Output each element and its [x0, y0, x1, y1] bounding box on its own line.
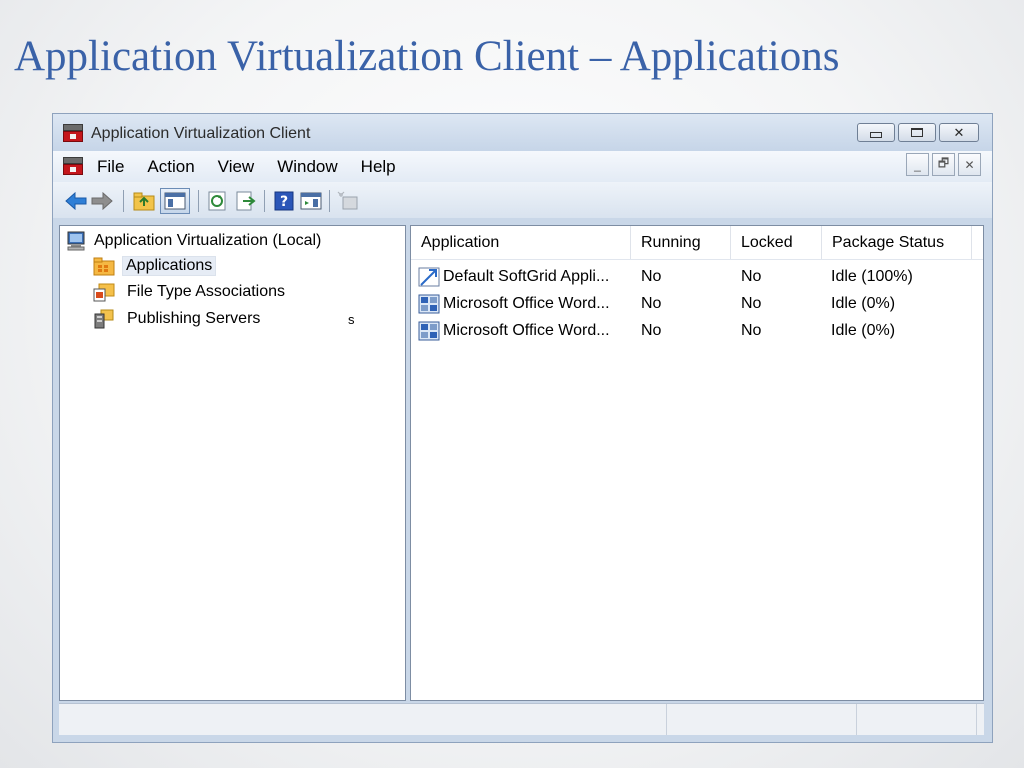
child-minimize-button[interactable]: _ — [906, 153, 929, 176]
server-icon — [94, 309, 114, 329]
table-row[interactable]: Microsoft Office Word... No No Idle (0%) — [411, 290, 983, 317]
refresh-button[interactable] — [207, 190, 229, 212]
status-segment — [59, 704, 667, 735]
properties-button[interactable] — [300, 190, 322, 212]
content-area: Application Virtualization (Local) Appli… — [59, 225, 984, 703]
locked-value: No — [741, 295, 762, 312]
export-list-button[interactable] — [235, 190, 257, 212]
computer-icon — [67, 231, 85, 251]
child-restore-button[interactable]: 🗗 — [932, 153, 955, 176]
minimize-icon — [870, 131, 882, 138]
close-icon: ✕ — [964, 157, 975, 172]
help-icon: ? — [274, 191, 294, 211]
table-row[interactable]: Microsoft Office Word... No No Idle (0%) — [411, 317, 983, 344]
menu-help[interactable]: Help — [361, 157, 396, 177]
column-header-application[interactable]: Application — [411, 226, 631, 259]
word-app-icon — [418, 294, 440, 313]
refresh-icon — [208, 191, 226, 211]
tree-root[interactable]: Application Virtualization (Local) — [66, 231, 321, 251]
applications-folder-icon — [93, 257, 115, 276]
help-button[interactable]: ? — [273, 190, 295, 212]
title-bar[interactable]: Application Virtualization Client ✕ — [53, 114, 992, 151]
export-list-icon — [236, 191, 256, 211]
window-minimize-button[interactable] — [857, 123, 895, 142]
tree-item-label: Applications — [122, 256, 217, 276]
toolbar: ? — [53, 182, 992, 218]
application-name: Microsoft Office Word... — [443, 322, 610, 339]
window-close-button[interactable]: ✕ — [939, 123, 979, 142]
close-icon: ✕ — [953, 124, 965, 140]
application-name: Default SoftGrid Appli... — [443, 268, 610, 285]
back-button[interactable] — [65, 190, 87, 212]
toolbox-icon[interactable] — [63, 157, 83, 175]
status-segment — [666, 704, 857, 735]
back-arrow-icon — [65, 192, 87, 210]
show-hide-tree-button[interactable] — [160, 188, 190, 214]
window-maximize-button[interactable] — [898, 123, 936, 142]
app-window: Application Virtualization Client ✕ File… — [52, 113, 993, 743]
minimize-icon: _ — [914, 157, 921, 172]
list-header: Application Running Locked Package Statu… — [411, 226, 983, 260]
action-pane-icon — [337, 191, 358, 210]
toolbox-icon — [63, 124, 83, 142]
restore-icon: 🗗 — [937, 156, 950, 170]
package-status-value: Idle (0%) — [831, 295, 896, 312]
tree-item-label: File Type Associations — [127, 283, 286, 300]
tree-item-label: Publishing Servers — [127, 310, 261, 327]
column-header-running[interactable]: Running — [631, 226, 731, 259]
table-row[interactable]: Default SoftGrid Appli... No No Idle (10… — [411, 263, 983, 290]
list-pane: Application Running Locked Package Statu… — [410, 225, 984, 701]
window-title: Application Virtualization Client — [91, 125, 311, 142]
forward-arrow-icon — [91, 192, 113, 210]
maximize-icon — [911, 128, 923, 137]
running-value: No — [641, 322, 662, 339]
tree-root-label: Application Virtualization (Local) — [94, 232, 322, 249]
menu-view[interactable]: View — [218, 157, 255, 177]
tree-pane: Application Virtualization (Local) Appli… — [59, 225, 406, 701]
show-hide-tree-icon — [164, 192, 186, 210]
running-value: No — [641, 295, 662, 312]
file-type-folder-icon — [93, 283, 115, 302]
word-app-icon — [418, 321, 440, 340]
action-pane-button[interactable] — [337, 190, 359, 212]
running-value: No — [641, 268, 662, 285]
softgrid-app-icon — [418, 267, 440, 286]
application-name: Microsoft Office Word... — [443, 295, 610, 312]
locked-value: No — [741, 268, 762, 285]
column-header-package-status[interactable]: Package Status — [822, 226, 972, 259]
package-status-value: Idle (100%) — [831, 268, 913, 285]
svg-text:?: ? — [280, 194, 288, 210]
menu-action[interactable]: Action — [147, 157, 194, 177]
properties-icon — [300, 192, 322, 210]
forward-button[interactable] — [91, 190, 113, 212]
stray-glyph: s — [348, 312, 355, 327]
menu-window[interactable]: Window — [277, 157, 337, 177]
child-close-button[interactable]: ✕ — [958, 153, 981, 176]
tree-item-applications[interactable]: Applications — [93, 254, 217, 278]
locked-value: No — [741, 322, 762, 339]
up-one-level-button[interactable] — [133, 190, 155, 212]
package-status-value: Idle (0%) — [831, 322, 896, 339]
column-header-locked[interactable]: Locked — [731, 226, 822, 259]
menu-bar: File Action View Window Help _ 🗗 ✕ — [53, 151, 992, 182]
status-bar — [59, 703, 984, 735]
slide-title: Application Virtualization Client – Appl… — [14, 33, 840, 80]
tree-item-publishing-servers[interactable]: Publishing Servers — [93, 307, 265, 331]
tree-item-file-type-associations[interactable]: File Type Associations — [93, 280, 290, 304]
status-segment — [856, 704, 977, 735]
menu-file[interactable]: File — [97, 157, 124, 177]
up-folder-icon — [133, 192, 155, 211]
